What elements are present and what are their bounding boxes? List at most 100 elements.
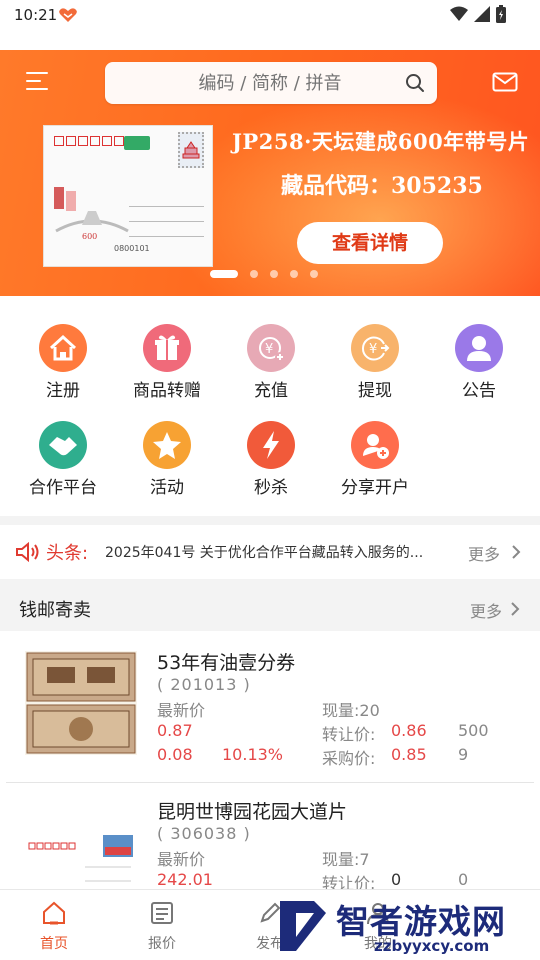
carousel-dot[interactable] [290, 270, 298, 278]
nav-label: 报价 [148, 936, 176, 952]
chevron-right-icon[interactable] [510, 602, 520, 616]
section-more-link[interactable]: 更多 [470, 598, 502, 622]
quick-announcement[interactable]: 公告 [427, 324, 531, 401]
star-icon [143, 421, 191, 469]
buy-price-label: 采购价: [322, 749, 376, 768]
search-icon[interactable] [405, 73, 425, 93]
yen-out-icon: ¥ [351, 324, 399, 372]
quick-label: 商品转赠 [133, 381, 201, 401]
status-bar: 10:21 [0, 0, 540, 50]
latest-price: 242.01 [157, 870, 213, 889]
quick-label: 秒杀 [254, 478, 288, 498]
quick-label: 注册 [46, 381, 80, 401]
house-icon [39, 324, 87, 372]
headline-more-link[interactable]: 更多 [468, 541, 500, 565]
yen-plus-icon: ¥ [247, 324, 295, 372]
product-name: 53年有油壹分券 [157, 652, 296, 674]
transfer-price-label: 转让价: [322, 725, 376, 744]
quick-label: 提现 [358, 381, 392, 401]
transfer-quantity: 0 [458, 870, 469, 889]
watermark-logo [280, 901, 326, 951]
banner-code: 藏品代码：305235 [281, 173, 483, 199]
product-list: 53年有油壹分券 ( 201013 ) 最新价 0.87 0.08 10.13%… [0, 631, 540, 889]
transfer-price: 0.86 [391, 721, 427, 740]
quick-share-account[interactable]: 分享开户 [323, 421, 427, 498]
temple-illustration: 600 [54, 187, 129, 241]
carousel-dot[interactable] [270, 270, 278, 278]
list-icon [151, 902, 173, 924]
quick-label: 充值 [254, 381, 288, 401]
latest-price-label: 最新价 [157, 850, 206, 869]
transfer-price: 0 [391, 870, 402, 889]
buy-price: 0.85 [391, 745, 427, 764]
carousel-dot[interactable] [210, 270, 238, 278]
chevron-right-icon[interactable] [511, 545, 521, 559]
svg-text:¥: ¥ [369, 342, 377, 357]
headline-bar[interactable]: 头条: 2025年041号 关于优化合作平台藏品转入服务的... 更多 [0, 525, 540, 579]
buy-quantity: 9 [458, 745, 469, 764]
quick-label: 活动 [150, 478, 184, 498]
banner-title: JP258·天坛建成600年带号片 [232, 129, 530, 154]
watermark-sub: zzbyyxcy.com [374, 937, 490, 955]
quick-gift-transfer[interactable]: 商品转赠 [115, 324, 219, 401]
status-icons [450, 5, 506, 23]
volume-value: 7 [359, 850, 370, 869]
view-details-button[interactable]: 查看详情 [297, 222, 443, 264]
volume-label: 现量:20 [322, 701, 380, 720]
quick-withdraw[interactable]: ¥ 提现 [323, 324, 427, 401]
postcard-image [25, 801, 137, 889]
user-add-icon [351, 421, 399, 469]
search-box[interactable] [105, 62, 437, 104]
headline-text[interactable]: 2025年041号 关于优化合作平台藏品转入服务的... [105, 542, 450, 562]
mail-icon[interactable] [492, 72, 518, 92]
nav-quotes[interactable]: 报价 [122, 900, 202, 953]
china-post-logo [124, 136, 150, 150]
site-watermark: 智者游戏网 zzbyyxcy.com [274, 893, 540, 959]
transfer-quantity: 500 [458, 721, 489, 740]
wifi-icon [450, 6, 468, 21]
price-change-percent: 10.13% [222, 745, 284, 764]
quick-partner-platform[interactable]: 合作平台 [11, 421, 115, 498]
person-icon [455, 324, 503, 372]
status-time: 10:21 [14, 6, 58, 24]
quick-label: 分享开户 [341, 478, 409, 498]
home-icon [43, 901, 65, 925]
menu-icon[interactable] [26, 71, 48, 91]
carousel-dots [210, 270, 318, 278]
quick-events[interactable]: 活动 [115, 421, 219, 498]
quick-register[interactable]: 注册 [11, 324, 115, 401]
search-input[interactable] [105, 62, 405, 104]
product-row[interactable]: 昆明世博园花园大道片 ( 306038 ) 最新价 242.01 现量:7 转让… [0, 783, 540, 889]
volume-label: 现量:7 [322, 850, 370, 869]
postcode-boxes [54, 136, 124, 146]
product-code: ( 201013 ) [157, 675, 251, 694]
lightning-icon [247, 421, 295, 469]
transfer-price-label: 转让价: [322, 874, 376, 889]
quick-label: 合作平台 [29, 478, 97, 498]
quick-flash-sale[interactable]: 秒杀 [219, 421, 323, 498]
product-row[interactable]: 53年有油壹分券 ( 201013 ) 最新价 0.87 0.08 10.13%… [0, 631, 540, 781]
handshake-icon [39, 421, 87, 469]
carousel-dot[interactable] [310, 270, 318, 278]
gift-icon [143, 324, 191, 372]
quick-actions-grid: 注册 商品转赠 ¥ 充值 ¥ 提现 公告 合作平台 活动 秒杀 分享开户 [0, 296, 540, 516]
product-code: ( 306038 ) [157, 824, 251, 843]
nav-home[interactable]: 首页 [14, 900, 94, 953]
latest-price-label: 最新价 [157, 701, 206, 720]
speaker-icon [16, 542, 39, 562]
section-title: 钱邮寄卖 [19, 600, 91, 621]
banknote-image [25, 651, 137, 755]
price-change: 0.08 [157, 745, 193, 764]
battery-icon [496, 5, 506, 23]
signal-icon [474, 6, 490, 22]
postage-stamp-image [178, 132, 204, 168]
quick-recharge[interactable]: ¥ 充值 [219, 324, 323, 401]
latest-price: 0.87 [157, 721, 193, 740]
consignment-section-header: 钱邮寄卖 更多 [0, 585, 540, 631]
product-name: 昆明世博园花园大道片 [157, 801, 348, 823]
card-serial: 0800101 [114, 244, 150, 253]
watermark-text: 智者游戏网 [336, 902, 506, 941]
carousel-dot[interactable] [250, 270, 258, 278]
volume-value: 20 [359, 701, 380, 720]
banner-stamp-image[interactable]: 600 0800101 [43, 125, 213, 267]
